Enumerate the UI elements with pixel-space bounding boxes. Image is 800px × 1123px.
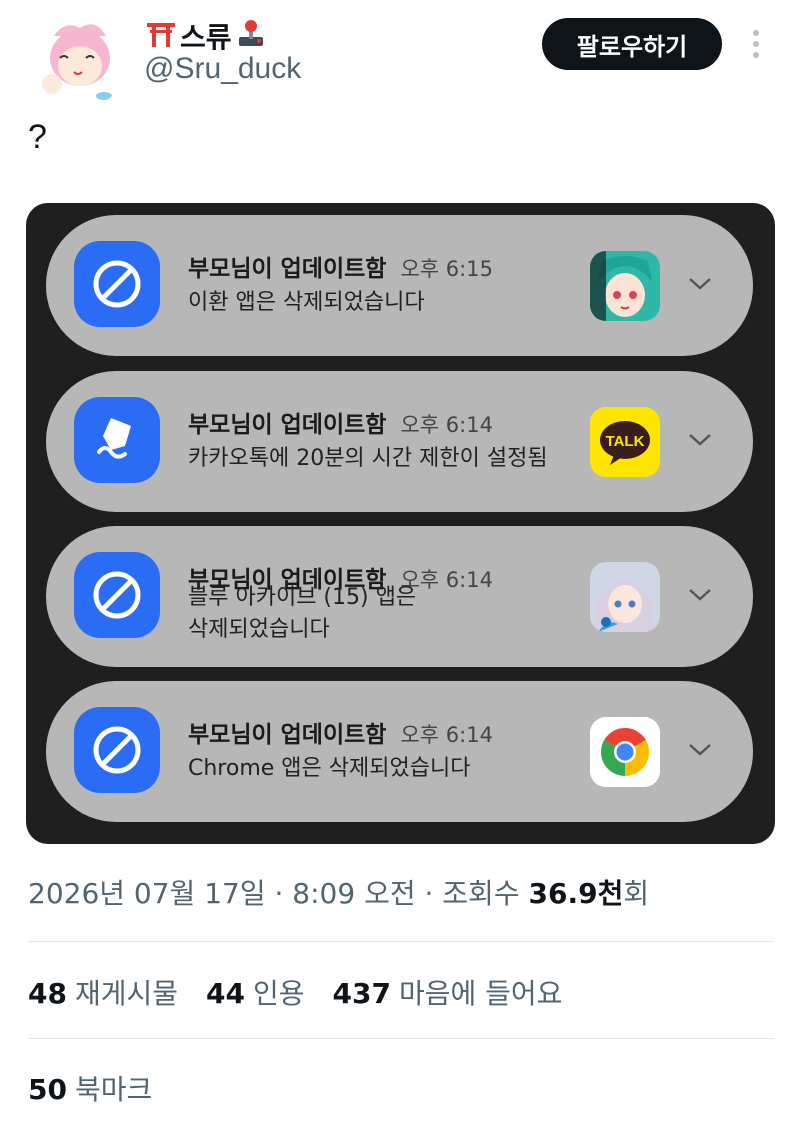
chevron-down-icon[interactable] [686, 581, 714, 609]
game-character-thumbnail [590, 251, 660, 321]
notification-title: 부모님이 업데이트함 오후 6:14 [188, 412, 493, 438]
notification-time: 오후 6:14 [400, 723, 493, 747]
avatar[interactable] [30, 14, 126, 110]
more-options-icon[interactable] [744, 26, 768, 62]
joystick-emoji [236, 19, 266, 53]
chevron-down-icon[interactable] [686, 736, 714, 764]
display-name: 스류 [180, 21, 232, 54]
torii-emoji [146, 20, 176, 52]
block-icon [74, 552, 160, 638]
notification-card[interactable]: 부모님이 업데이트함 오후 6:14 카카오톡에 20분의 시간 제한이 설정됨 … [46, 371, 753, 512]
chevron-down-icon[interactable] [686, 426, 714, 454]
bluearchive-character-thumbnail [590, 562, 660, 632]
notification-card[interactable]: 부모님이 업데이트함 오후 6:14 Chrome 앱은 삭제되었습니다 [46, 681, 753, 822]
attached-image[interactable]: 부모님이 업데이트함 오후 6:15 이환 앱은 삭제되었습니다 부모님이 업데이… [26, 203, 775, 844]
notification-title: 부모님이 업데이트함 오후 6:15 [188, 256, 493, 282]
kakaotalk-icon: TALK [590, 407, 660, 477]
notification-body: Chrome 앱은 삭제되었습니다 [188, 756, 471, 781]
quotes-stat[interactable]: 44 인용 [206, 972, 305, 1012]
notification-body: 카카오톡에 20분의 시간 제한이 설정됨 [188, 446, 548, 471]
notification-title: 부모님이 업데이트함 오후 6:14 [188, 722, 493, 748]
tweet-datetime[interactable]: 2026년 07월 17일 · 8:09 오전 · 조회수 [28, 877, 528, 910]
tweet-header: 스류 @Sru_duck 팔로우하기 [0, 0, 800, 110]
view-count: 36.9천 [528, 877, 624, 910]
likes-stat[interactable]: 437 마음에 들어요 [333, 972, 563, 1012]
bookmarks-stat[interactable]: 50 북마크 [28, 1068, 152, 1108]
tweet-timestamp-views: 2026년 07월 17일 · 8:09 오전 · 조회수 36.9천회 [28, 877, 650, 910]
notification-card[interactable]: 부모님이 업데이트함 오후 6:15 이환 앱은 삭제되었습니다 [46, 215, 753, 356]
kakaotalk-label: TALK [606, 433, 645, 450]
timer-icon [74, 397, 160, 483]
divider [28, 1038, 774, 1039]
follow-button[interactable]: 팔로우하기 [542, 18, 722, 70]
block-icon [74, 241, 160, 327]
chrome-icon [590, 717, 660, 787]
retweets-stat[interactable]: 48 재게시물 [28, 972, 178, 1012]
notification-card[interactable]: 부모님이 업데이트함 오후 6:14 블루 아카이브 (15) 앱은 삭제되었습니… [46, 526, 753, 667]
block-icon [74, 707, 160, 793]
user-handle[interactable]: @Sru_duck [144, 52, 301, 86]
tweet-text: ? [28, 118, 47, 156]
notification-body: 블루 아카이브 (15) 앱은 삭제되었습니다 [188, 585, 417, 642]
notification-time: 오후 6:15 [400, 257, 493, 281]
divider [28, 941, 774, 942]
notification-body: 이환 앱은 삭제되었습니다 [188, 290, 425, 315]
engagement-stats: 48 재게시물 44 인용 437 마음에 들어요 [28, 972, 562, 1012]
notification-time: 오후 6:14 [400, 413, 493, 437]
chevron-down-icon[interactable] [686, 270, 714, 298]
